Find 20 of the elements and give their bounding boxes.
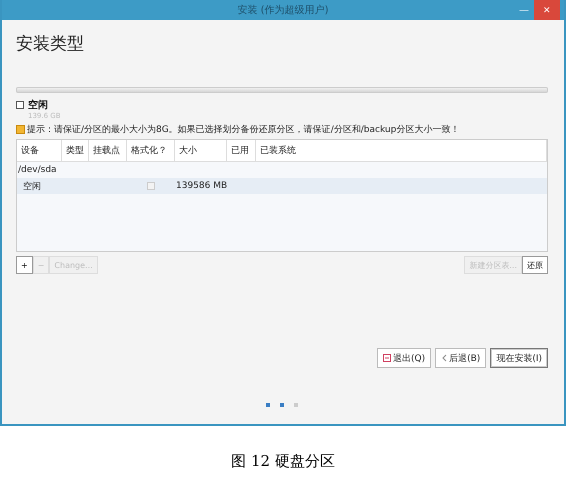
table-button[interactable]: 还原	[522, 256, 548, 274]
table-cell-text: 空闲	[22, 180, 42, 192]
figure-caption: 图 12 硬盘分区	[230, 452, 336, 471]
table-row[interactable]: 空闲 139586 MB	[17, 178, 547, 194]
hint-text: 提示：请保证/分区的最小大小为8G。如果已选择划分备份还原分区，请保证/分区和/backup分区大小一致！	[27, 124, 460, 136]
warning-icon	[16, 125, 25, 134]
table-row[interactable]: /dev/sda	[17, 162, 547, 178]
page-heading: 安装类型	[16, 33, 85, 55]
table-cell: 139586 MB	[175, 181, 227, 191]
legend-label: 空闲	[28, 98, 48, 112]
format-checkbox[interactable]	[147, 182, 155, 190]
window-title: 安装 (作为超级用户)	[238, 5, 328, 16]
action-button[interactable]: 现在安装(I)	[490, 348, 548, 368]
table-cell-text: /dev/sda	[17, 165, 58, 175]
chevron-left-icon	[441, 354, 448, 362]
close-button[interactable]: ✕	[534, 0, 560, 20]
action-button[interactable]: 退出(Q)	[377, 348, 432, 368]
action-button[interactable]: 后退(B)	[435, 348, 486, 368]
exit-icon	[383, 354, 391, 362]
partition-button[interactable]: +	[16, 256, 33, 274]
